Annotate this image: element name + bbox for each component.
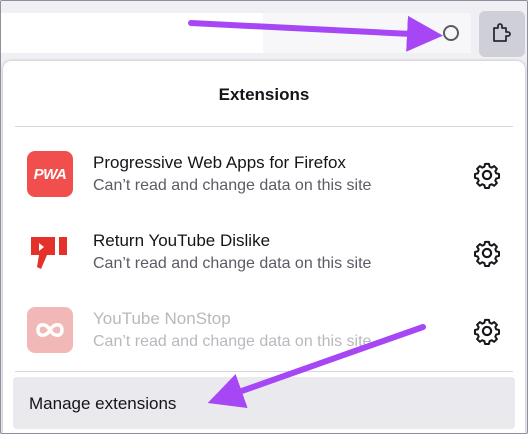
browser-toolbar [1, 1, 527, 63]
extensions-panel: Extensions PWA Progressive Web Apps for … [3, 61, 525, 433]
infinity-logo-icon [27, 307, 73, 353]
gear-icon[interactable] [473, 239, 501, 267]
address-bar[interactable] [1, 13, 471, 53]
puzzle-piece-icon [490, 20, 514, 49]
header-divider [15, 126, 513, 127]
extensions-toolbar-button[interactable] [479, 11, 525, 57]
extension-status: Can’t read and change data on this site [93, 177, 372, 194]
extension-item-pwa[interactable]: PWA Progressive Web Apps for Firefox Can… [3, 141, 525, 211]
extension-item-youtube-nonstop[interactable]: YouTube NonStop Can’t read and change da… [3, 297, 525, 367]
extension-name: Progressive Web Apps for Firefox [93, 153, 346, 172]
browser-window: Extensions PWA Progressive Web Apps for … [0, 0, 528, 434]
manage-extensions-button[interactable]: Manage extensions [13, 377, 515, 429]
pwa-logo-icon: PWA [27, 151, 73, 197]
extension-name: Return YouTube Dislike [93, 231, 271, 250]
panel-title: Extensions [218, 85, 310, 104]
extension-name: YouTube NonStop [93, 309, 231, 328]
manage-extensions-label: Manage extensions [29, 394, 177, 413]
gear-icon[interactable] [473, 161, 501, 189]
gear-icon[interactable] [473, 317, 501, 345]
extension-status: Can’t read and change data on this site [93, 333, 372, 350]
extension-status: Can’t read and change data on this site [93, 255, 372, 272]
extension-item-return-youtube-dislike[interactable]: Return YouTube Dislike Can’t read and ch… [3, 219, 525, 289]
pwa-logo-text: PWA [33, 165, 67, 183]
address-bar-actions [263, 13, 471, 53]
thumbs-down-logo-icon [27, 229, 73, 275]
page-action-icon[interactable] [441, 23, 461, 43]
footer-divider [15, 371, 513, 372]
